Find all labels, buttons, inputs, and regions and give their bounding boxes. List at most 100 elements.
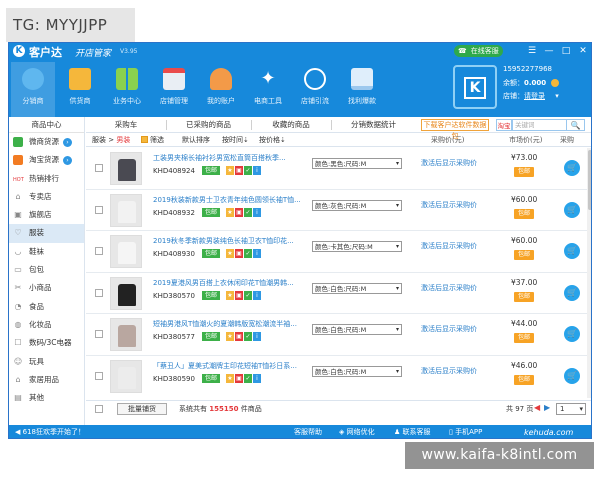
toolbar-shop-management[interactable]: 店铺管理 (152, 62, 196, 106)
row-checkbox[interactable] (95, 205, 103, 214)
purchase-price-link[interactable]: 激活后显示采购价 (421, 158, 477, 168)
sidebar-item[interactable]: ◔ 食品 (9, 298, 84, 316)
product-title-link[interactable]: 2019夏港风男百搭上衣休闲印花T恤潮男韩... (153, 278, 301, 288)
sidebar-item[interactable]: ☺ 玩具 (9, 353, 84, 371)
sidebar-item[interactable]: 淘宝货源 › (9, 151, 84, 169)
tab-distribution-stats[interactable]: 分销数据统计 (331, 117, 416, 133)
page-select[interactable]: 1 ▾ (556, 403, 586, 415)
maximize-icon[interactable]: □ (560, 45, 572, 57)
close-icon[interactable]: ✕ (577, 45, 589, 57)
chevron-down-icon[interactable]: ▾ (555, 92, 559, 100)
add-to-cart-icon[interactable]: 🛒 (564, 243, 580, 259)
menu-icon[interactable]: ☰ (526, 45, 538, 57)
toolbar-ecommerce-tools[interactable]: ✦ 电商工具 (246, 62, 290, 106)
product-title-link[interactable]: 短袖男港风T恤潮火的夏潮韩版宽松潮流半袖... (153, 319, 301, 329)
balance-label: 余额： (503, 79, 524, 87)
chevron-right-icon[interactable]: › (63, 137, 72, 147)
sidebar-item[interactable]: ⌂ 家居用品 (9, 371, 84, 389)
toolbar-business-center[interactable]: 业务中心 (105, 62, 149, 106)
shop-login-link[interactable]: 请登录 (524, 92, 545, 100)
status-help[interactable]: 客服帮助 (294, 427, 322, 438)
overlay-tag: TG: MYYJJPP (6, 8, 135, 42)
status-network[interactable]: ◈ 网络优化 (339, 427, 375, 438)
search-scope-select[interactable]: 淘宝 (496, 119, 512, 131)
sidebar-item[interactable]: 微商货源 › (9, 133, 84, 151)
status-mobile-label: 手机APP (455, 428, 483, 436)
sidebar-item[interactable]: ☐ 数码/3C电器 (9, 334, 84, 352)
product-thumbnail[interactable] (110, 359, 142, 393)
filter-toggle[interactable]: 筛选 (141, 133, 164, 147)
toolbar-supplier[interactable]: 供货商 (58, 62, 102, 106)
product-title-link[interactable]: 工装男夹棉长袖衬衫男宽松直筒百搭秋季... (153, 153, 301, 163)
product-thumbnail[interactable] (110, 235, 142, 268)
breadcrumb-root[interactable]: 服装 (92, 136, 106, 144)
chevron-right-icon[interactable]: › (63, 155, 72, 165)
minimize-icon[interactable]: — (543, 45, 555, 57)
tab-favorites[interactable]: 收藏的商品 (251, 117, 331, 133)
sku-select[interactable]: 颜色:卡其色;尺码:M ▾ (312, 241, 402, 252)
search-input[interactable]: 关键词 (512, 119, 567, 131)
product-title-link[interactable]: 2019秋冬季新款男装纯色长袖卫衣T恤印花... (153, 236, 301, 246)
purchase-price-link[interactable]: 激活后显示采购价 (421, 241, 477, 251)
sidebar-item[interactable]: HOT 热销排行 (9, 170, 84, 188)
add-to-cart-icon[interactable]: 🛒 (564, 201, 580, 218)
notice[interactable]: ◀ 618狂欢季开始了！ (15, 427, 85, 438)
status-mobile-app[interactable]: ▯ 手机APP (449, 427, 482, 438)
sidebar-item[interactable]: ◍ 化妆品 (9, 316, 84, 334)
purchase-price-link[interactable]: 激活后显示采购价 (421, 324, 477, 334)
sidebar-item[interactable]: ▤ 其他 (9, 389, 84, 407)
sort-by-price[interactable]: 按价格⇣ (259, 133, 286, 147)
product-thumbnail[interactable] (110, 318, 142, 351)
row-checkbox[interactable] (95, 247, 103, 255)
sku-select[interactable]: 颜色:白色;尺码:M ▾ (312, 365, 402, 377)
product-thumbnail[interactable] (110, 152, 142, 185)
search-icon[interactable]: 🔍 (567, 119, 585, 131)
toolbar-shop-traffic[interactable]: 店铺引流 (293, 62, 337, 106)
scrollbar-thumb[interactable] (588, 150, 591, 210)
status-contact[interactable]: ♟ 联系客服 (394, 427, 431, 438)
sku-select[interactable]: 颜色:灰色;尺码:M ▾ (312, 199, 402, 211)
toolbar-hot-items[interactable]: 找利爆款 (340, 62, 384, 106)
toolbar-label: 我的账户 (207, 97, 235, 105)
sku-select[interactable]: 颜色:黑色;尺码:M ▾ (312, 158, 402, 169)
tab-purchased-items[interactable]: 已采购的商品 (166, 117, 251, 133)
shipping-badge: 包邮 (514, 167, 535, 177)
toolbar-distributor[interactable]: 分销商 (11, 62, 55, 117)
purchase-price-link[interactable]: 激活后显示采购价 (421, 200, 477, 210)
sku-select[interactable]: 颜色:白色;尺码:M ▾ (312, 324, 402, 335)
sidebar-item[interactable]: ✂ 小商品 (9, 279, 84, 297)
sort-by-time[interactable]: 按时间⇣ (222, 133, 249, 147)
sidebar-item[interactable]: ♡ 服装 (9, 224, 84, 243)
balance-refresh-icon[interactable] (551, 79, 560, 87)
sku-select[interactable]: 颜色:白色;尺码:M ▾ (312, 282, 402, 294)
product-title-link[interactable]: 2019秋装新款男士卫衣青年纯色圆领长袖T恤... (153, 195, 301, 205)
purchase-price-link[interactable]: 激活后显示采购价 (421, 366, 477, 376)
sidebar-item[interactable]: ▭ 包包 (9, 261, 84, 279)
prev-page-icon[interactable]: ◀ (534, 403, 540, 412)
row-checkbox[interactable] (95, 330, 103, 338)
row-checkbox[interactable] (95, 371, 103, 380)
add-to-cart-icon[interactable]: 🛒 (564, 284, 580, 301)
select-all-checkbox[interactable] (95, 405, 103, 413)
row-checkbox[interactable] (95, 288, 103, 297)
sidebar-item[interactable]: ⌂ 专卖店 (9, 188, 84, 206)
product-thumbnail[interactable] (110, 193, 142, 227)
row-checkbox[interactable] (95, 164, 103, 172)
batch-list-button[interactable]: 批量铺货 (117, 403, 167, 415)
toolbar-label: 找利爆款 (348, 97, 376, 105)
purchase-price-link[interactable]: 激活后显示采购价 (421, 283, 477, 293)
add-to-cart-icon[interactable]: 🛒 (564, 367, 580, 384)
sidebar-item[interactable]: ▣ 旗舰店 (9, 206, 84, 224)
download-data-button[interactable]: 下载客户达软件数据包 (421, 119, 489, 140)
add-to-cart-icon[interactable]: 🛒 (564, 326, 580, 342)
product-title-link[interactable]: 「蔡丑人」夏美式潮牌主印花短袖T恤衫日系... (153, 361, 301, 371)
online-service-button[interactable]: ☎ 在线客服 (454, 45, 503, 57)
scrollbar[interactable] (587, 148, 591, 398)
add-to-cart-icon[interactable]: 🛒 (564, 160, 580, 176)
next-page-icon[interactable]: ▶ (544, 403, 550, 412)
product-thumbnail[interactable] (110, 276, 142, 310)
toolbar-my-account[interactable]: 我的账户 (199, 62, 243, 106)
tab-purchase-cart[interactable]: 采购车 (86, 117, 166, 133)
sort-default[interactable]: 默认排序 (182, 133, 210, 147)
sidebar-item[interactable]: ◡ 鞋袜 (9, 243, 84, 261)
